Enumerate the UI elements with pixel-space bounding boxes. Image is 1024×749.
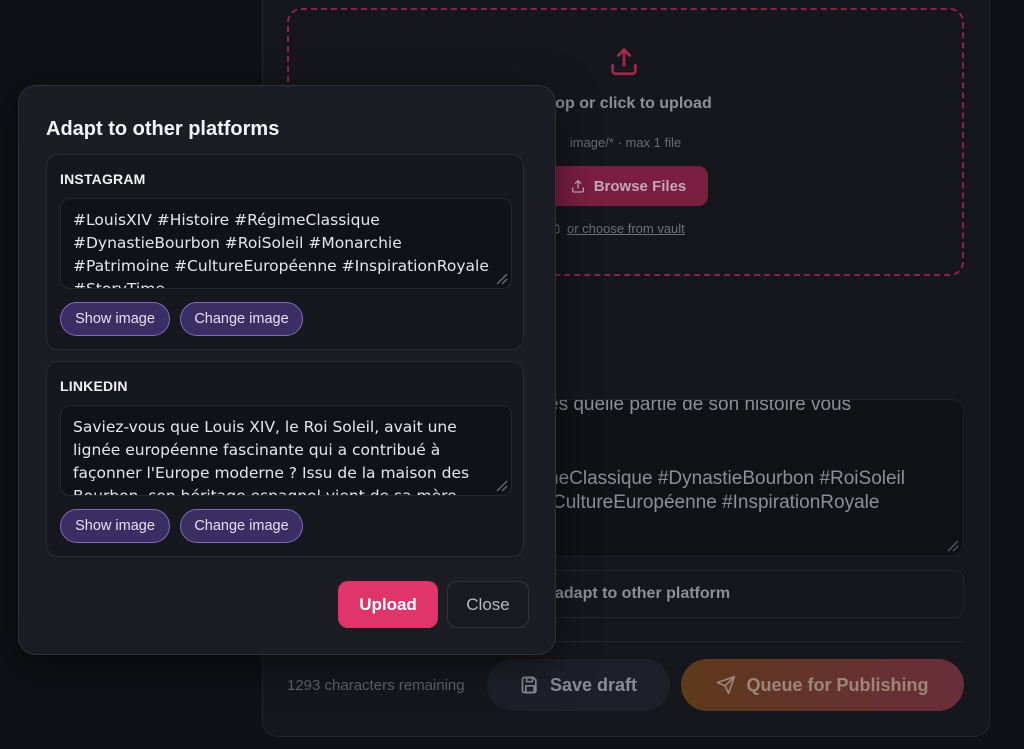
change-image-button[interactable]: Change image — [180, 302, 303, 336]
send-icon — [717, 675, 736, 695]
queue-label: Queue for Publishing — [746, 674, 929, 695]
platform-name: LINKEDIN — [60, 378, 128, 394]
choose-from-vault-link[interactable]: or choose from vault — [548, 221, 685, 236]
close-button[interactable]: Close — [447, 581, 529, 628]
adapt-platforms-modal: Adapt to other platforms INSTAGRAM #Loui… — [18, 85, 556, 655]
platform-card-linkedin: LINKEDIN Saviez-vous que Louis XIV, le R… — [46, 361, 524, 557]
caption-line: CultureEuropéenne #InspirationRoyale — [552, 492, 880, 513]
upload-icon — [611, 48, 637, 76]
platform-text-linkedin[interactable]: Saviez-vous que Louis XIV, le Roi Soleil… — [60, 405, 512, 496]
upload-button[interactable]: Upload — [338, 581, 438, 628]
resize-grip-icon[interactable] — [494, 271, 508, 285]
caption-line: es quelle partie de son histoire vous — [548, 399, 852, 415]
platform-card-instagram: INSTAGRAM #LouisXIV #Histoire #RégimeCla… — [46, 154, 524, 350]
platform-text-content: Saviez-vous que Louis XIV, le Roi Soleil… — [73, 418, 470, 496]
adapt-label: adapt to other platform — [555, 585, 731, 602]
browse-files-label: Browse Files — [593, 177, 687, 195]
vault-link-label: or choose from vault — [567, 221, 685, 236]
change-image-button[interactable]: Change image — [180, 509, 303, 543]
caption-line: neClassique #DynastieBourbon #RoiSoleil — [548, 468, 905, 489]
cloud-upload-icon — [571, 180, 584, 193]
resize-grip-icon[interactable] — [494, 478, 508, 492]
save-icon — [521, 676, 537, 694]
save-draft-label: Save draft — [549, 674, 638, 695]
platform-list[interactable]: INSTAGRAM #LouisXIV #Histoire #RégimeCla… — [46, 154, 526, 558]
resize-grip-icon[interactable] — [945, 538, 959, 552]
platform-text-instagram[interactable]: #LouisXIV #Histoire #RégimeClassique #Dy… — [60, 198, 512, 289]
modal-title: Adapt to other platforms — [46, 118, 280, 140]
platform-name: INSTAGRAM — [60, 171, 146, 187]
show-image-button[interactable]: Show image — [60, 509, 170, 543]
queue-for-publishing-button[interactable]: Queue for Publishing — [681, 659, 964, 711]
save-draft-button[interactable]: Save draft — [487, 659, 670, 711]
characters-remaining: 1293 characters remaining — [287, 677, 465, 694]
platform-text-content: #LouisXIV #Histoire #RégimeClassique #Dy… — [73, 211, 489, 289]
browse-files-button[interactable]: Browse Files — [548, 166, 708, 206]
show-image-button[interactable]: Show image — [60, 302, 170, 336]
